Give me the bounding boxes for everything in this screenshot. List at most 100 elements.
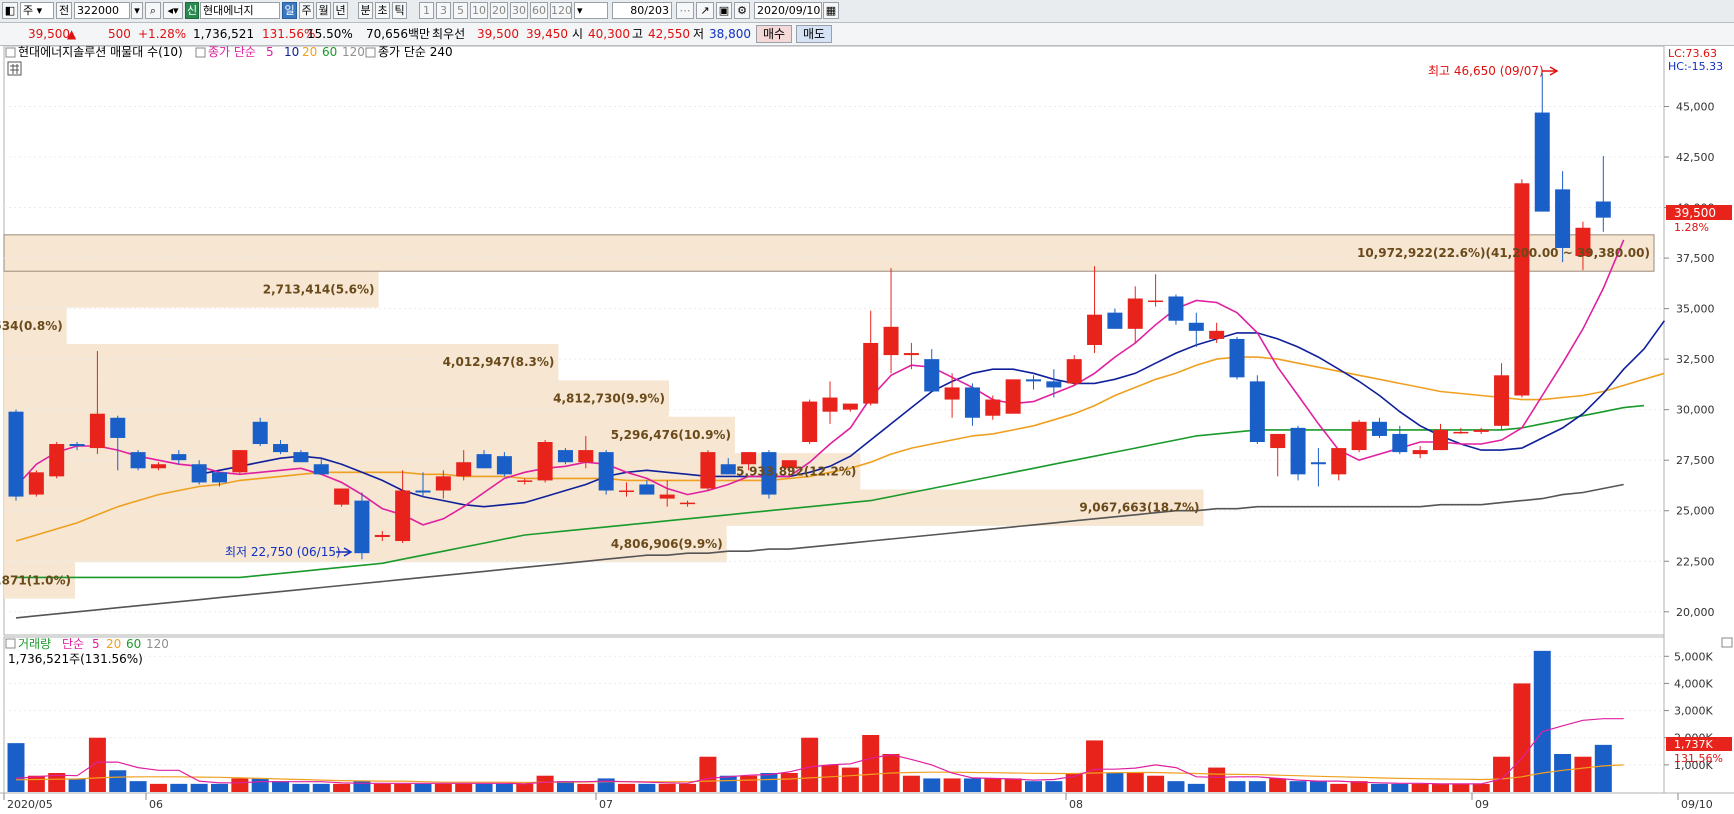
volume-bar [1391,783,1409,792]
volume-bar [638,783,656,792]
buy-button[interactable]: 매수 [756,25,792,43]
candle-body [191,464,207,483]
display-count-input[interactable]: 80/203 [612,2,672,19]
y-tick-label: 32,500 [1676,353,1715,366]
volume-bar [333,783,351,792]
volume-value: 1,736,521 [193,27,255,41]
legend-toggle-icon[interactable] [5,47,16,58]
candle-body [1494,375,1510,426]
candle-body [273,444,289,453]
profile-label: 5,933,892(12.2%) [736,464,856,478]
volume-bar [1126,773,1144,792]
volume-bar [679,783,697,792]
period-week[interactable]: 주 [299,2,314,19]
code-dropdown-icon[interactable]: ▾ [131,2,143,19]
volume-bar [963,778,981,792]
legend-ma120: 120 [342,46,365,59]
period-tick[interactable]: 틱 [392,2,407,19]
stock-code-input[interactable]: 322000 [74,2,130,19]
candle-body [903,353,919,356]
interval-20[interactable]: 20 [490,2,508,19]
candle-body [1555,189,1571,248]
search-icon[interactable]: ⌕ [145,2,161,19]
interval-30[interactable]: 30 [510,2,528,19]
interval-60[interactable]: 60 [530,2,548,19]
volume-bar [780,773,798,792]
volume-bar [455,783,473,792]
volume-bar [1533,650,1551,792]
speaker-icon[interactable]: ◂▾ [163,2,183,19]
period-day[interactable]: 일 [282,2,297,19]
interval-120[interactable]: 120 [550,2,572,19]
candle-body [1290,427,1306,475]
settings-gear-icon[interactable]: ⚙ [734,2,750,19]
price-change-pct: +1.28% [138,27,187,41]
legend-ma-toggle-icon[interactable] [195,47,206,58]
candle-body [842,403,858,410]
volume-bar [597,778,615,792]
draw-tool-icon[interactable]: ↗ [696,2,714,19]
candle-body [293,452,309,463]
save-icon[interactable]: ▣ [716,2,732,19]
volume-bar [1086,740,1104,792]
y-tick-label: 20,000 [1676,606,1715,619]
period-second[interactable]: 초 [375,2,390,19]
candle-body [130,452,146,469]
tab-jeon[interactable]: 전 [56,2,72,19]
volume-bar [841,767,859,792]
current-price: 39,500 [28,27,70,41]
interval-5[interactable]: 5 [453,2,468,19]
link-icon[interactable]: ⋯ [676,2,694,19]
market-select[interactable]: 주 ▾ [20,2,54,19]
volume-bar [1594,744,1612,792]
profile-label: 4,806,906(9.9%) [611,537,723,551]
candle-body [1310,462,1326,465]
volume-bar [109,770,127,792]
volume-bar [740,775,758,792]
volume-bar [292,783,310,792]
volume-bar [618,783,635,792]
volume-bar [862,735,880,792]
volume-bar [27,775,45,792]
legend-ma240-toggle-icon[interactable] [365,47,376,58]
sell-button[interactable]: 매도 [796,25,832,43]
period-year[interactable]: 년 [333,2,348,19]
volume-bar [1187,783,1205,792]
interval-3[interactable]: 3 [436,2,451,19]
interval-custom-select[interactable]: ▾ [574,2,608,19]
quote-bar: 39,500 ▲ 500 +1.28% 1,736,521 131.56% 15… [0,23,1734,46]
candle-body [924,359,940,392]
volume-bar [68,778,86,792]
candle-body [741,452,757,465]
candle-body [944,387,960,400]
hc-indicator: HC:-15.33 [1668,60,1723,73]
candle-body [49,444,65,477]
interval-1[interactable]: 1 [419,2,434,19]
window-menu-icon[interactable]: ◧ [2,2,18,19]
y-tick-label: 42,500 [1676,151,1715,164]
y-tick-label: 25,000 [1676,505,1715,518]
interval-10[interactable]: 10 [470,2,488,19]
display-total-value: /203 [644,4,669,17]
profile-label: 5,296,476(10.9%) [611,428,731,442]
candle-body [578,450,594,463]
period-month[interactable]: 월 [316,2,331,19]
grid-toggle-icon[interactable] [7,61,22,76]
calendar-icon[interactable]: ▦ [823,2,839,19]
volume-bar [1370,783,1388,792]
volume-legend-toggle-icon[interactable] [5,638,16,649]
period-minute[interactable]: 분 [358,2,373,19]
stock-name-field[interactable]: 현대에너지 [200,2,280,19]
date-input[interactable]: 2020/09/10 [754,2,822,19]
stock-chart[interactable]: 504,871(1.0%) 4,806,906(9.9%) 9,067,663(18… [0,46,1734,814]
volume-tag-text: 1,737K [1674,738,1713,751]
volume-current-value: 1,736,521주(131.56%) [8,652,143,666]
turnover-rate: 15.50% [307,27,353,41]
volume-tick-label: 3,000K [1674,705,1713,718]
y-tick-label: 22,500 [1676,555,1715,568]
pane-close-icon[interactable] [1721,637,1733,648]
price-change: 500 [108,27,131,41]
y-tick-label: 45,000 [1676,100,1715,113]
candle-body [1046,381,1062,388]
pct-tag-text: 1.28% [1674,221,1709,234]
